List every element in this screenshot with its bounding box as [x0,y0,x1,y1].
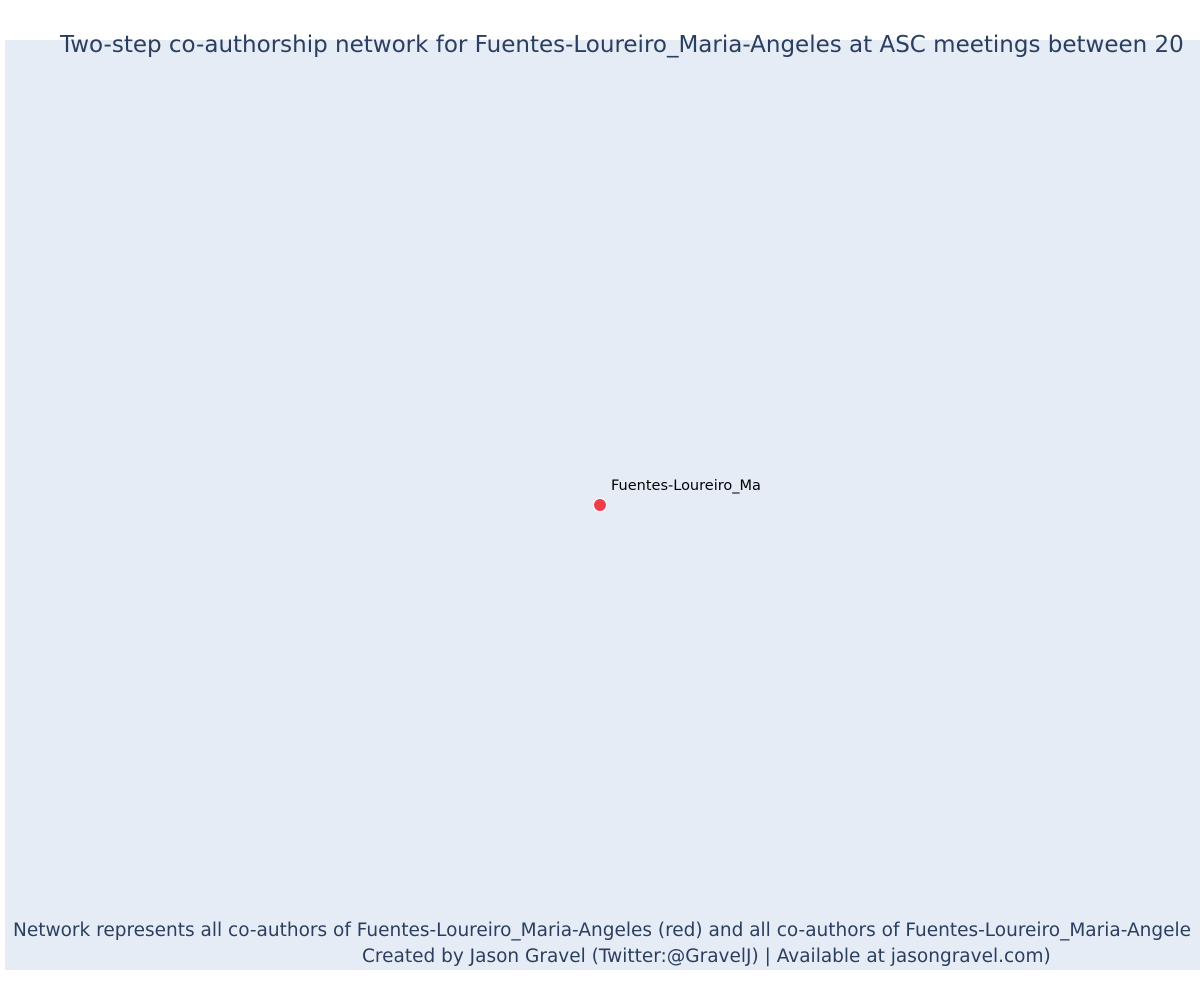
focal-author-label: Fuentes-Loureiro_Ma [611,478,761,494]
chart-title: Two-step co-authorship network for Fuent… [60,32,1184,58]
focal-author-node[interactable] [593,498,607,512]
caption-description: Network represents all co-authors of Fue… [13,920,1192,941]
caption-credit: Created by Jason Gravel (Twitter:@Gravel… [362,946,1051,967]
network-figure: Two-step co-authorship network for Fuent… [0,0,1200,1000]
